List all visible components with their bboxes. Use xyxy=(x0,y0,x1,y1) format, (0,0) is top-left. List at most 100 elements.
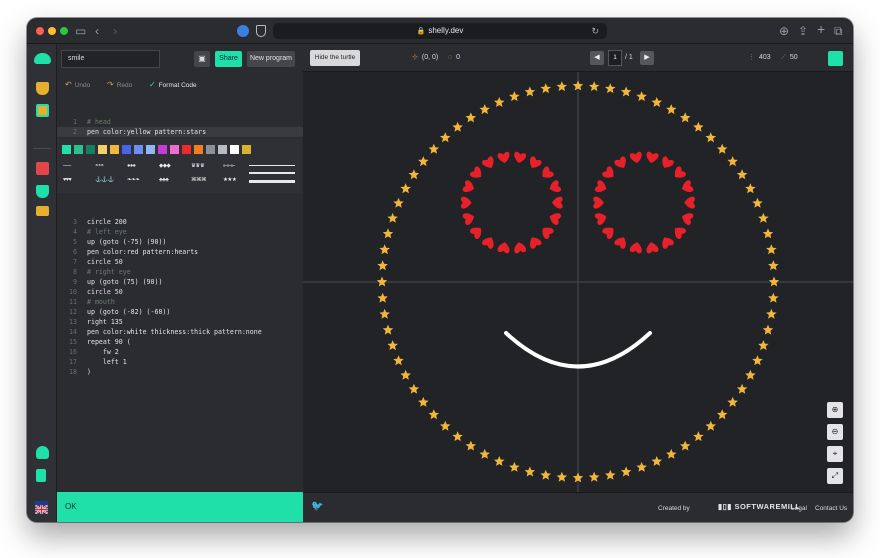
close-window-button[interactable] xyxy=(36,27,44,35)
color-swatch[interactable] xyxy=(122,145,131,154)
pattern-option[interactable]: ♣♣♣ xyxy=(159,177,169,183)
color-swatch[interactable] xyxy=(242,145,251,154)
pattern-option[interactable]: ❧❧❧ xyxy=(127,177,140,183)
save-button[interactable]: ▣ xyxy=(194,51,210,67)
code-line[interactable]: 1 # head xyxy=(57,117,303,127)
code-line[interactable]: 12 up (goto (-82) (-60)) xyxy=(57,307,303,317)
heart-mark xyxy=(602,227,614,239)
color-swatch[interactable] xyxy=(206,145,215,154)
share-button[interactable]: Share xyxy=(215,51,242,67)
back-icon[interactable]: ‹ xyxy=(95,23,99,39)
softwaremill-logo[interactable]: ▮▯▮ SOFTWAREMILL xyxy=(718,502,800,511)
flask-icon[interactable] xyxy=(36,185,49,198)
fit-button[interactable]: ⤢ xyxy=(827,468,843,484)
turtle-canvas[interactable]: ⊕ ⊖ ⌖ ⤢ xyxy=(303,72,853,492)
export-image-button[interactable] xyxy=(828,51,843,66)
pattern-option[interactable]: ●●● xyxy=(127,163,136,169)
language-flag-icon[interactable] xyxy=(34,501,49,515)
color-swatch[interactable] xyxy=(170,145,179,154)
color-swatch[interactable] xyxy=(146,145,155,154)
user-settings-icon[interactable] xyxy=(36,446,49,459)
star-mark xyxy=(651,97,662,107)
code-line[interactable]: 8 # right eye xyxy=(57,267,303,277)
color-swatch[interactable] xyxy=(218,145,227,154)
pattern-option[interactable]: ⚓⚓⚓ xyxy=(95,177,115,183)
color-swatch[interactable] xyxy=(230,145,239,154)
zoom-out-button[interactable]: ⊖ xyxy=(827,424,843,440)
program-name-input[interactable]: smile xyxy=(61,50,160,68)
code-line[interactable]: 4 # left eye xyxy=(57,227,303,237)
turtle-logo-icon[interactable] xyxy=(34,53,51,64)
pattern-option[interactable]: ◆◆◆ xyxy=(159,163,171,169)
url-text: shelly.dev xyxy=(428,26,464,35)
star-mark xyxy=(758,212,769,223)
pattern-option[interactable]: ⏤⏤ xyxy=(63,163,71,170)
extension-icon[interactable] xyxy=(237,25,249,37)
pattern-option[interactable]: ◓◓◓ xyxy=(95,163,104,169)
trophy-icon[interactable] xyxy=(36,82,49,95)
tabs-overview-icon[interactable]: ⧉ xyxy=(834,23,843,39)
code-line[interactable]: 15 repeat 90 ( xyxy=(57,337,303,347)
color-swatch[interactable] xyxy=(74,145,83,154)
hide-turtle-button[interactable]: Hide the turtle xyxy=(310,50,360,66)
center-button[interactable]: ⌖ xyxy=(827,446,843,462)
sidebar-toggle-icon[interactable]: ▭ xyxy=(75,23,86,39)
thickness-option[interactable] xyxy=(249,180,295,183)
pattern-option[interactable]: ♥♥♥ xyxy=(63,177,72,183)
code-line[interactable]: 7 circle 50 xyxy=(57,257,303,267)
download-icon[interactable]: ⊕ xyxy=(779,23,789,39)
privacy-shield-icon[interactable] xyxy=(256,25,266,37)
address-bar[interactable]: 🔒 shelly.dev ↻ xyxy=(273,23,607,39)
color-swatch[interactable] xyxy=(182,145,191,154)
line-text: pen color:yellow pattern:stars xyxy=(87,128,207,136)
page-input[interactable]: 1 xyxy=(608,50,622,66)
code-line[interactable]: 14 pen color:white thickness:thick patter… xyxy=(57,327,303,337)
reload-icon[interactable]: ↻ xyxy=(591,23,599,39)
pattern-option[interactable]: ♛♛♛ xyxy=(191,163,205,169)
logout-icon[interactable] xyxy=(36,469,46,482)
new-program-button[interactable]: New program xyxy=(247,51,295,67)
color-swatch[interactable] xyxy=(110,145,119,154)
forward-icon[interactable]: › xyxy=(113,23,117,39)
color-swatch[interactable] xyxy=(98,145,107,154)
code-line[interactable]: 9 up (goto (75) (90)) xyxy=(57,277,303,287)
minimize-window-button[interactable] xyxy=(48,27,56,35)
code-line[interactable]: 16 fw 2 xyxy=(57,347,303,357)
color-swatch[interactable] xyxy=(194,145,203,154)
code-line[interactable]: 3 circle 200 xyxy=(57,217,303,227)
code-line[interactable]: 2 pen color:yellow pattern:stars xyxy=(57,127,303,137)
code-line[interactable]: 10 circle 50 xyxy=(57,287,303,297)
thickness-option[interactable] xyxy=(249,165,295,166)
redo-button[interactable]: ↷ Redo xyxy=(107,80,132,91)
share-page-icon[interactable]: ⇪ xyxy=(798,23,808,39)
pattern-option[interactable]: ⟜⟜⟜ xyxy=(223,163,235,170)
zoom-in-button[interactable]: ⊕ xyxy=(827,402,843,418)
bus-icon[interactable] xyxy=(36,206,49,216)
color-swatch[interactable] xyxy=(134,145,143,154)
gallery-icon[interactable] xyxy=(36,104,49,117)
maximize-window-button[interactable] xyxy=(60,27,68,35)
undo-button[interactable]: ↶ Undo xyxy=(65,80,90,91)
code-line[interactable]: 6 pen color:red pattern:hearts xyxy=(57,247,303,257)
legal-link[interactable]: Legal xyxy=(791,504,807,514)
code-line[interactable]: 13 right 135 xyxy=(57,317,303,327)
code-line[interactable]: 18) xyxy=(57,367,303,377)
next-page-button[interactable]: ▶ xyxy=(640,51,654,65)
book-icon[interactable] xyxy=(36,162,49,175)
line-text: # head xyxy=(87,118,111,126)
contact-link[interactable]: Contact Us xyxy=(815,504,847,514)
pattern-option[interactable]: ★★★ xyxy=(223,177,237,183)
pattern-option[interactable]: ⌘⌘⌘ xyxy=(191,177,207,183)
new-tab-icon[interactable]: + xyxy=(817,21,825,37)
format-code-button[interactable]: ✓ Format Code xyxy=(149,80,197,91)
color-swatch[interactable] xyxy=(86,145,95,154)
code-line[interactable]: 17 left 1 xyxy=(57,357,303,367)
code-line[interactable]: 5 up (goto (-75) (90)) xyxy=(57,237,303,247)
position-value: (0, 0) xyxy=(421,54,439,61)
prev-page-button[interactable]: ◀ xyxy=(590,51,604,65)
thickness-option[interactable] xyxy=(249,172,295,174)
twitter-icon[interactable]: 🐦 xyxy=(311,501,323,512)
code-line[interactable]: 11 # mouth xyxy=(57,297,303,307)
color-swatch[interactable] xyxy=(158,145,167,154)
color-swatch[interactable] xyxy=(62,145,71,154)
